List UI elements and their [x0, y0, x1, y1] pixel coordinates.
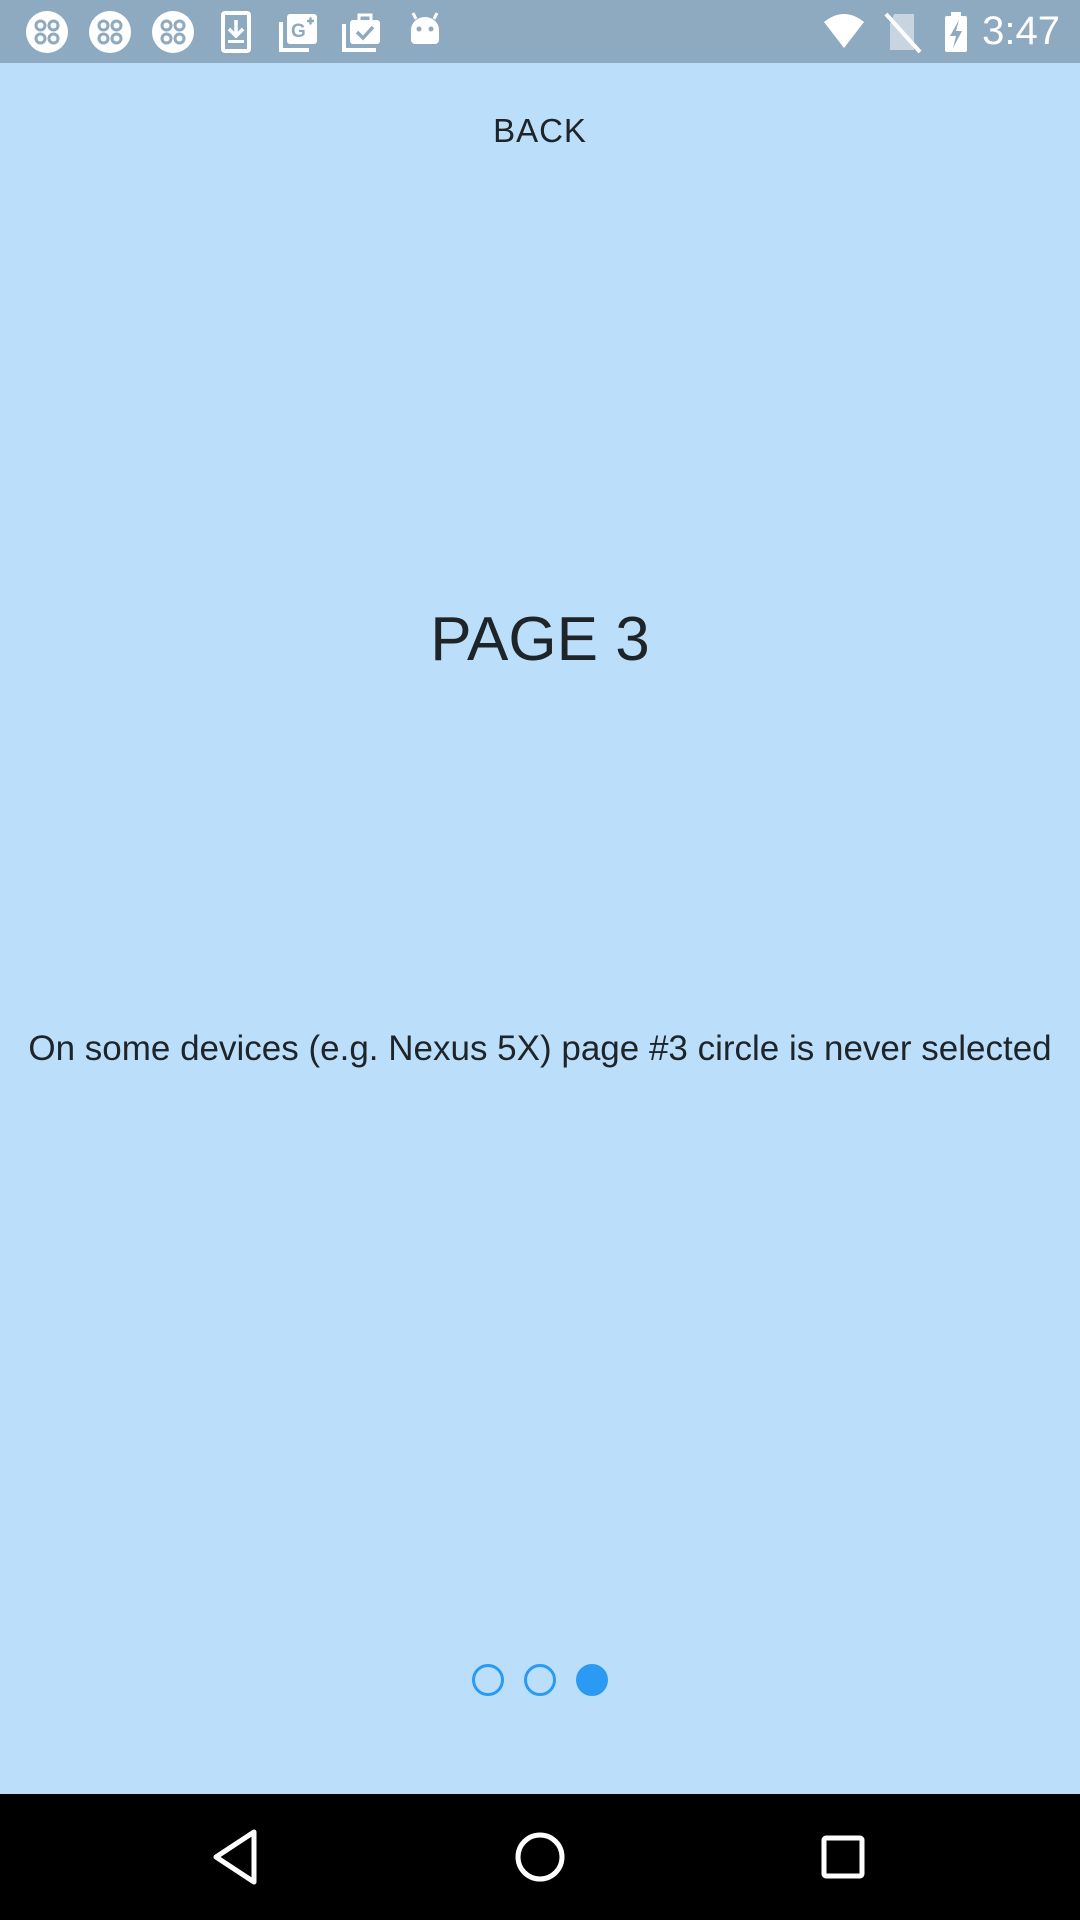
nav-recents-button[interactable]: [810, 1824, 876, 1890]
back-triangle-icon: [213, 1829, 257, 1885]
home-circle-icon: [515, 1832, 565, 1882]
app-screen: G 3:47 BACK PAGE 3 On some devices (e.g.…: [0, 0, 1080, 1920]
briefcase-check-icon: [340, 10, 384, 54]
navigation-bar: [0, 1794, 1080, 1920]
nav-home-button[interactable]: [507, 1824, 573, 1890]
page-indicator-dot-2[interactable]: [524, 1664, 556, 1696]
back-button[interactable]: BACK: [390, 96, 690, 166]
svg-text:G: G: [291, 21, 306, 42]
pinwheel-icon: [25, 10, 69, 54]
status-time: 3:47: [982, 9, 1060, 53]
google-plus-photo-icon: G: [277, 10, 321, 54]
recents-square-icon: [821, 1835, 865, 1879]
download-icon: [214, 10, 258, 54]
no-sim-icon: [880, 10, 924, 54]
android-icon: [403, 10, 447, 54]
pinwheel-icon: [88, 10, 132, 54]
battery-charging-icon: [934, 10, 978, 54]
page-title: PAGE 3: [430, 605, 650, 674]
page-indicator-dot-3[interactable]: [576, 1664, 608, 1696]
wifi-icon: [822, 10, 866, 54]
nav-back-button[interactable]: [204, 1824, 270, 1890]
page-note: On some devices (e.g. Nexus 5X) page #3 …: [28, 1029, 1052, 1068]
status-bar: G 3:47: [0, 0, 1080, 63]
pinwheel-icon: [151, 10, 195, 54]
page-indicator-dot-1[interactable]: [472, 1664, 504, 1696]
pager-indicator: [470, 1664, 610, 1698]
